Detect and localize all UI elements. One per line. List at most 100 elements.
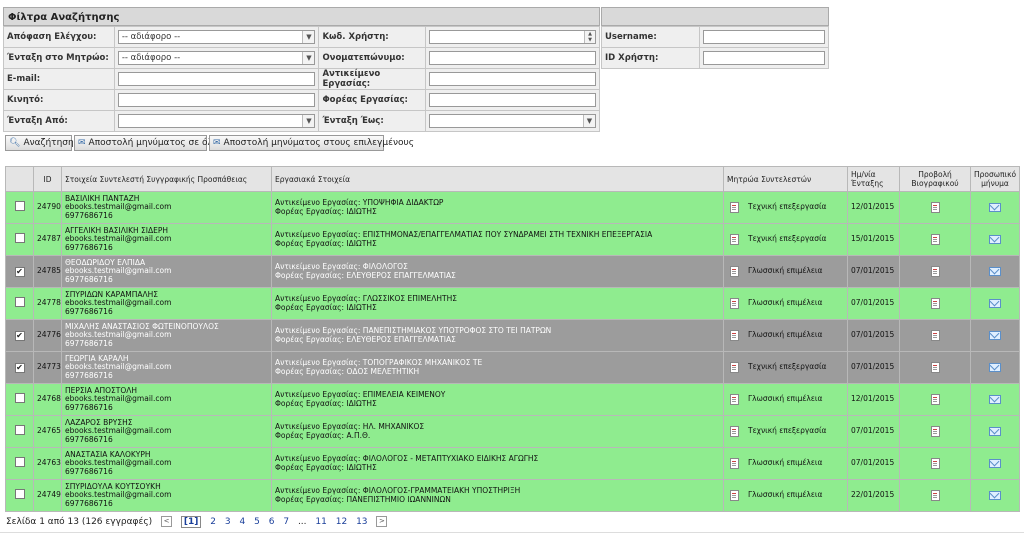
- row-id: 24763: [33, 447, 62, 480]
- document-icon[interactable]: [730, 362, 739, 373]
- work-body: Φορέας Εργασίας: Α.Π.Θ.: [275, 430, 371, 440]
- message-cell: [970, 351, 1020, 384]
- send-selected-button[interactable]: ✉ Αποστολή μηνύματος στους επιλεγμένους: [209, 135, 414, 151]
- work-cell: Αντικείμενο Εργασίας: ΓΛΩΣΣΙΚΟΣ ΕΠΙΜΕΛΗΤ…: [271, 287, 724, 320]
- envelope-icon[interactable]: [989, 491, 1001, 500]
- date-column-header[interactable]: Ημ/νία Ένταξης: [847, 166, 900, 192]
- pager-page-2[interactable]: 2: [210, 517, 216, 527]
- row-checkbox[interactable]: ✔: [14, 266, 25, 277]
- cv-cell: [899, 287, 971, 320]
- view-cv-icon[interactable]: [930, 298, 940, 309]
- pager-page-5[interactable]: 5: [254, 517, 260, 527]
- message-cell: [970, 255, 1020, 288]
- view-cv-icon[interactable]: [930, 426, 940, 437]
- pager-prev-button[interactable]: <: [161, 516, 173, 527]
- view-cv-icon[interactable]: [930, 202, 940, 213]
- search-button[interactable]: 🔍︎ Αναζήτηση: [5, 135, 74, 151]
- table-row: ✔ 24776 ΜΙΧΑΛΗΣ ΑΝΑΣΤΑΣΙΟΣ ΦΩΤΕΙΝΟΠΟΥΛΟΣ eb…: [5, 319, 1020, 352]
- join-date: 15/01/2015: [847, 223, 900, 256]
- registry-select[interactable]: -- αδιάφορο -- ▼: [117, 51, 316, 65]
- document-icon[interactable]: [730, 490, 739, 501]
- pager-page-6[interactable]: 6: [269, 517, 275, 527]
- spinner-icon[interactable]: ▲ ▼: [584, 31, 595, 43]
- filters-grid: Απόφαση Ελέγχου: -- αδιάφορο -- ▼ Κωδ. Χρ…: [3, 26, 600, 132]
- document-icon[interactable]: [730, 266, 739, 277]
- message-column-header: Προσωπικό μήνυμα: [970, 166, 1020, 192]
- view-cv-icon[interactable]: [930, 394, 940, 405]
- envelope-icon[interactable]: [989, 267, 1001, 276]
- fullname-input[interactable]: [429, 51, 596, 65]
- row-checkbox[interactable]: [14, 233, 25, 244]
- id-column-header[interactable]: ID: [33, 166, 62, 192]
- row-checkbox[interactable]: [14, 393, 25, 404]
- message-cell: [970, 191, 1020, 224]
- envelope-icon: ✉: [213, 138, 221, 148]
- usercode-label: Κωδ. Χρήστη:: [318, 26, 427, 48]
- usercode-input[interactable]: ▲ ▼: [429, 30, 596, 44]
- pager-page-7[interactable]: 7: [283, 517, 289, 527]
- contributor-phone: 6977686716: [65, 242, 113, 252]
- registry-cell: Τεχνική επεξεργασία: [723, 191, 848, 224]
- from-date-select[interactable]: ▼: [117, 114, 316, 128]
- work-column-header[interactable]: Εργασιακά Στοιχεία: [271, 166, 724, 192]
- document-icon[interactable]: [730, 298, 739, 309]
- envelope-icon[interactable]: [989, 459, 1001, 468]
- decision-select[interactable]: -- αδιάφορο -- ▼: [117, 30, 316, 44]
- email-input[interactable]: [117, 72, 316, 86]
- pager-page-12[interactable]: 12: [336, 517, 347, 527]
- document-icon[interactable]: [730, 426, 739, 437]
- envelope-icon[interactable]: [989, 363, 1001, 372]
- registry-name: Γλωσσική επιμέλεια: [748, 330, 823, 340]
- pager-next-button[interactable]: >: [376, 516, 388, 527]
- envelope-icon[interactable]: [989, 395, 1001, 404]
- pager-page-1[interactable]: [1]: [180, 516, 202, 528]
- document-icon[interactable]: [730, 330, 739, 341]
- pager-page-13[interactable]: 13: [356, 517, 367, 527]
- view-cv-icon[interactable]: [930, 234, 940, 245]
- view-cv-icon[interactable]: [930, 362, 940, 373]
- view-cv-icon[interactable]: [930, 266, 940, 277]
- join-date: 07/01/2015: [847, 415, 900, 448]
- to-date-select[interactable]: ▼: [429, 114, 596, 128]
- pager-page-4[interactable]: 4: [240, 517, 246, 527]
- row-select-cell: [5, 191, 34, 224]
- cv-cell: [899, 319, 971, 352]
- results-table: ID Στοιχεία Συντελεστή Συγγραφικής Προσπ…: [5, 166, 1020, 512]
- contributor-column-header[interactable]: Στοιχεία Συντελεστή Συγγραφικής Προσπάθε…: [61, 166, 272, 192]
- contributor-cell: ΠΕΡΣΙΑ ΑΠΟΣΤΟΛΗ ebooks.testmail@gmail.com…: [61, 383, 272, 416]
- document-icon[interactable]: [730, 234, 739, 245]
- contributor-cell: ΑΓΓΕΛΙΚΗ ΒΑΣΙΛΙΚΗ ΣΙΔΕΡΗ ebooks.testmail@…: [61, 223, 272, 256]
- row-select-cell: ✔: [5, 319, 34, 352]
- pagination: Σελίδα 1 από 13 (126 εγγραφές) < [1] 2 3…: [6, 515, 393, 529]
- row-checkbox[interactable]: [14, 425, 25, 436]
- mobile-input[interactable]: [117, 93, 316, 107]
- envelope-icon[interactable]: [989, 203, 1001, 212]
- username-input[interactable]: [702, 30, 825, 44]
- contributor-cell: ΜΙΧΑΛΗΣ ΑΝΑΣΤΑΣΙΟΣ ΦΩΤΕΙΝΟΠΟΥΛΟΣ ebooks.t…: [61, 319, 272, 352]
- fullname-label: Ονοματεπώνυμο:: [318, 47, 427, 69]
- work-object-input[interactable]: [429, 72, 596, 86]
- envelope-icon[interactable]: [989, 235, 1001, 244]
- row-checkbox[interactable]: [14, 457, 25, 468]
- userid-input[interactable]: [702, 51, 825, 65]
- view-cv-icon[interactable]: [930, 458, 940, 469]
- row-checkbox[interactable]: [14, 489, 25, 500]
- send-all-button[interactable]: ✉ Αποστολή μηνύματος σε όλους: [74, 135, 229, 151]
- document-icon[interactable]: [730, 394, 739, 405]
- row-checkbox[interactable]: ✔: [14, 330, 25, 341]
- pager-page-3[interactable]: 3: [225, 517, 231, 527]
- row-id: 24776: [33, 319, 62, 352]
- document-icon[interactable]: [730, 202, 739, 213]
- view-cv-icon[interactable]: [930, 490, 940, 501]
- row-checkbox[interactable]: [14, 297, 25, 308]
- envelope-icon[interactable]: [989, 299, 1001, 308]
- row-checkbox[interactable]: [14, 201, 25, 212]
- registry-column-header[interactable]: Μητρώα Συντελεστών: [723, 166, 848, 192]
- envelope-icon[interactable]: [989, 331, 1001, 340]
- work-body-input[interactable]: [429, 93, 596, 107]
- document-icon[interactable]: [730, 458, 739, 469]
- view-cv-icon[interactable]: [930, 330, 940, 341]
- envelope-icon[interactable]: [989, 427, 1001, 436]
- pager-page-11[interactable]: 11: [315, 517, 326, 527]
- row-checkbox[interactable]: ✔: [14, 362, 25, 373]
